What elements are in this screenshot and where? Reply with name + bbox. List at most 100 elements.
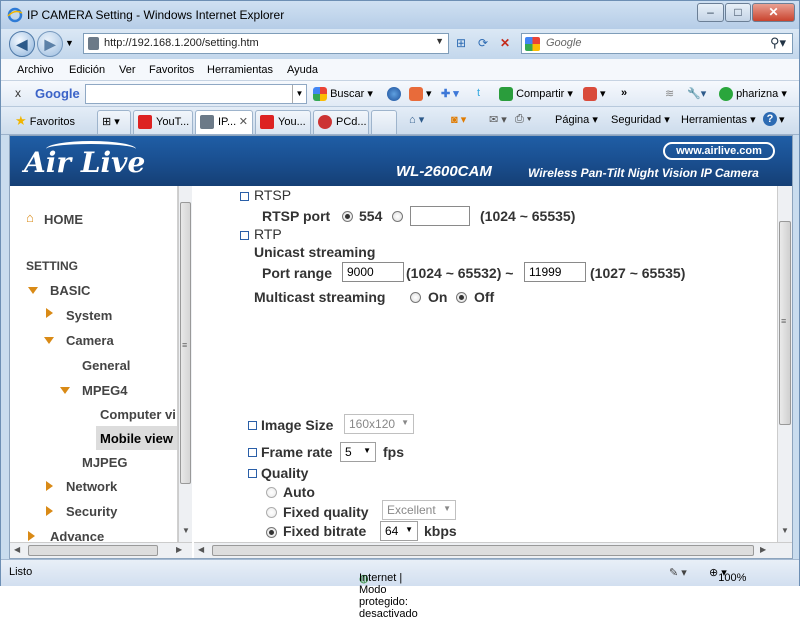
- google-toolbar: x Google ▼ Buscar ▾ ▾ ✚ ▾ t Compartir ▾ …: [1, 81, 799, 107]
- sidebar-item-basic[interactable]: BASIC: [50, 283, 90, 298]
- page-menu[interactable]: Página ▾: [555, 113, 598, 126]
- print-icon[interactable]: ⎙ ▾: [515, 113, 531, 126]
- maximize-button[interactable]: □: [725, 3, 751, 22]
- menu-ver[interactable]: Ver: [119, 64, 136, 76]
- scroll-right-arrow[interactable]: ▶: [760, 545, 766, 554]
- wifi-icon[interactable]: ≋: [665, 87, 674, 100]
- mail-icon[interactable]: ✉ ▾: [489, 113, 507, 126]
- rtsp-port-custom-radio[interactable]: [392, 211, 403, 222]
- search-field[interactable]: Google ⚲▾: [521, 33, 793, 54]
- multicast-on-radio[interactable]: [410, 292, 421, 303]
- rtsp-port-default-radio[interactable]: [342, 211, 353, 222]
- sidebar-item-mjpeg[interactable]: MJPEG: [82, 455, 128, 470]
- image-size-select[interactable]: 160x120 ▼: [344, 414, 414, 434]
- share-button[interactable]: Compartir ▾: [499, 87, 573, 102]
- rtsp-port-input[interactable]: [410, 206, 470, 226]
- minimize-button[interactable]: –: [697, 3, 724, 22]
- zoom-control[interactable]: ⊕ 100% ▾: [709, 566, 746, 584]
- main-hscrollbar[interactable]: ◀ ▶: [194, 542, 792, 558]
- sidebar-item-computer-view[interactable]: Computer vi: [100, 407, 176, 422]
- port-range-from-input[interactable]: [342, 262, 404, 282]
- menu-herramientas[interactable]: Herramientas: [207, 64, 273, 76]
- home-icon[interactable]: ⌂ ▾: [409, 113, 424, 126]
- refresh-icon[interactable]: ⟳: [473, 33, 493, 53]
- scroll-down-arrow[interactable]: ▼: [781, 526, 789, 535]
- quick-tabs-button[interactable]: ⊞ ▾: [97, 110, 131, 134]
- security-menu[interactable]: Seguridad ▾: [611, 113, 670, 126]
- tab-label: YouT...: [156, 116, 190, 128]
- menu-edicion[interactable]: Edición: [69, 64, 105, 76]
- tagline: Wireless Pan-Tilt Night Vision IP Camera: [528, 166, 759, 180]
- compatibility-icon[interactable]: ⊞: [451, 33, 471, 53]
- image-size-label: Image Size: [261, 417, 334, 433]
- scroll-left-arrow[interactable]: ◀: [198, 545, 204, 554]
- magnifier-icon[interactable]: ⚲▾: [770, 35, 786, 51]
- favorites-button[interactable]: ★ Favoritos: [15, 113, 75, 129]
- sidebar-item-mobile-view[interactable]: Mobile view: [100, 431, 173, 446]
- sidebar-hscroll-thumb[interactable]: [28, 545, 158, 556]
- main-hscroll-thumb[interactable]: [212, 545, 754, 556]
- menu-favoritos[interactable]: Favoritos: [149, 64, 194, 76]
- quality-auto-radio[interactable]: [266, 487, 277, 498]
- popup-blocker-icon[interactable]: ▾: [583, 87, 606, 102]
- tab-ip-camera[interactable]: IP... ✕: [195, 110, 253, 134]
- frame-rate-select[interactable]: 5 ▼: [340, 442, 376, 462]
- sidebar-item-system[interactable]: System: [66, 308, 112, 323]
- tools-menu[interactable]: Herramientas ▾: [681, 113, 756, 126]
- bitrate-select[interactable]: 64 ▼: [380, 521, 418, 541]
- port-range-to-input[interactable]: [524, 262, 586, 282]
- sidebar-item-advance[interactable]: Advance: [50, 529, 104, 542]
- bookmark-icon[interactable]: ▾: [409, 87, 432, 102]
- help-icon[interactable]: ?: [763, 112, 777, 126]
- forward-button[interactable]: ▶: [37, 31, 63, 57]
- address-field[interactable]: http://192.168.1.200/setting.htm ▼: [83, 33, 449, 54]
- website-link[interactable]: www.airlive.com: [663, 142, 775, 160]
- twitter-icon[interactable]: t: [477, 87, 480, 99]
- help-dropdown-icon[interactable]: ▾: [779, 113, 785, 126]
- fixed-quality-select[interactable]: Excellent ▼: [382, 500, 456, 520]
- sidebar-item-network[interactable]: Network: [66, 479, 117, 494]
- sidebar-item-general[interactable]: General: [82, 358, 130, 373]
- sidebar-item-home[interactable]: HOME: [44, 212, 83, 227]
- plus-icon[interactable]: ✚ ▾: [441, 87, 459, 100]
- menu-ayuda[interactable]: Ayuda: [287, 64, 318, 76]
- tab-youtube-2[interactable]: You...: [255, 110, 311, 134]
- scroll-left-arrow[interactable]: ◀: [14, 545, 20, 554]
- sidebar-item-mpeg4[interactable]: MPEG4: [82, 383, 128, 398]
- tab-close-icon[interactable]: ✕: [239, 111, 248, 133]
- collapse-arrow-icon: [46, 308, 53, 318]
- new-tab-button[interactable]: [371, 110, 397, 134]
- wrench-icon[interactable]: 🔧▾: [687, 87, 706, 100]
- sidebar-hscrollbar[interactable]: ◀ ▶: [10, 542, 192, 558]
- globe-icon[interactable]: [387, 87, 401, 101]
- grip-icon: ≡: [781, 316, 787, 326]
- google-search-input[interactable]: [85, 84, 307, 104]
- google-search-dropdown[interactable]: ▼: [292, 85, 306, 103]
- back-button[interactable]: ◀: [9, 31, 35, 57]
- model-name: WL-2600CAM: [396, 163, 492, 180]
- fixed-bitrate-label: Fixed bitrate: [283, 523, 367, 539]
- buscar-button[interactable]: Buscar ▾: [313, 87, 373, 102]
- tab-youtube-1[interactable]: YouT...: [133, 110, 193, 134]
- menu-archivo[interactable]: Archivo: [17, 64, 54, 76]
- multicast-off-radio[interactable]: [456, 292, 467, 303]
- more-icon[interactable]: »: [621, 87, 627, 99]
- fixed-bitrate-radio[interactable]: [266, 527, 277, 538]
- main-scrollbar[interactable]: ≡ ▼: [777, 186, 792, 542]
- scroll-right-arrow[interactable]: ▶: [176, 545, 182, 554]
- protected-mode-icon[interactable]: ✎ ▾: [669, 566, 687, 579]
- sidebar-scrollbar[interactable]: ≡ ▼: [178, 186, 192, 542]
- history-dropdown-icon[interactable]: ▼: [65, 38, 74, 48]
- sidebar-item-camera[interactable]: Camera: [66, 333, 114, 348]
- rss-icon[interactable]: ◙ ▾: [451, 113, 466, 126]
- sidebar-item-security[interactable]: Security: [66, 504, 117, 519]
- close-toolbar-icon[interactable]: x: [15, 86, 21, 100]
- tab-pcd[interactable]: PCd...: [313, 110, 369, 134]
- scroll-down-arrow[interactable]: ▼: [182, 526, 190, 535]
- stop-icon[interactable]: ✕: [495, 33, 515, 53]
- quality-fixed-radio[interactable]: [266, 507, 277, 518]
- quality-checkbox-icon: [248, 469, 257, 478]
- address-dropdown-icon[interactable]: ▼: [435, 36, 444, 46]
- close-button[interactable]: ✕: [752, 3, 795, 22]
- user-account[interactable]: pharizna ▾: [719, 87, 787, 102]
